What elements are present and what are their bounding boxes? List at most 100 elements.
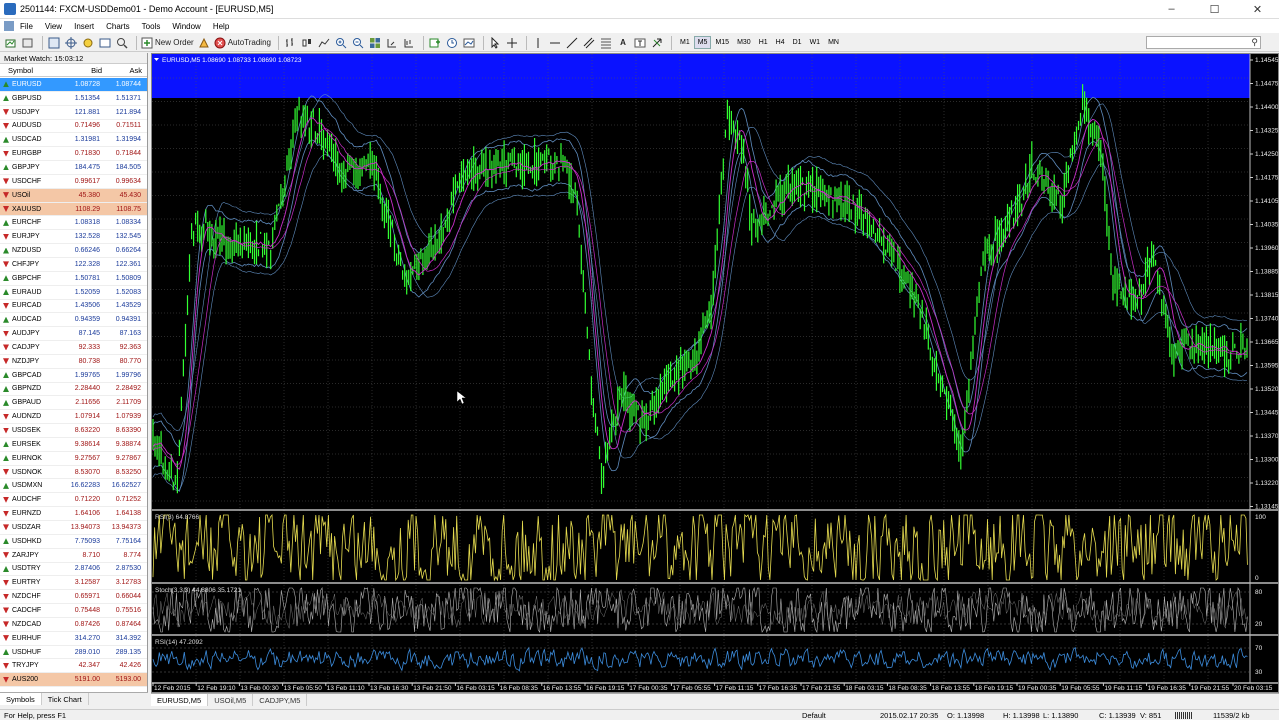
timeframe-m15[interactable]: M15 [711, 36, 733, 49]
line-chart-button[interactable] [317, 36, 331, 50]
price-chart[interactable]: EURUSD,M5 1.08690 1.08733 1.08690 1.0872… [152, 54, 1278, 692]
market-watch-row[interactable]: AUDNZD 1.07914 1.07939 [0, 410, 147, 425]
market-watch-row[interactable]: EURJPY 132.528 132.545 [0, 230, 147, 245]
bid-column-header[interactable]: Bid [60, 66, 102, 75]
market-watch-row[interactable]: EURNZD 1.64106 1.64138 [0, 507, 147, 521]
templates-button[interactable] [462, 36, 476, 50]
market-watch-row[interactable]: NZDCAD 0.87426 0.87464 [0, 618, 147, 632]
market-watch-row[interactable]: EURSEK 9.38614 9.38874 [0, 438, 147, 452]
market-watch-row[interactable]: USOil 45.380 45.430 [0, 188, 147, 203]
market-watch-row[interactable]: ZARJPY 8.710 8.774 [0, 549, 147, 563]
market-watch-row[interactable]: CADCHF 0.75448 0.75516 [0, 604, 147, 618]
market-watch-row[interactable]: USDSEK 8.63220 8.63390 [0, 424, 147, 438]
menu-file[interactable]: File [14, 22, 39, 31]
market-watch-row[interactable]: EURNOK 9.27567 9.27867 [0, 452, 147, 466]
market-watch-row[interactable]: USDHUF 289.010 289.135 [0, 646, 147, 660]
close-button[interactable]: ✕ [1236, 0, 1279, 18]
tab-symbols[interactable]: Symbols [0, 693, 42, 705]
market-watch-row[interactable]: AUDCAD 0.94359 0.94391 [0, 313, 147, 328]
market-watch-row[interactable]: GBPJPY 184.475 184.505 [0, 161, 147, 175]
chart-tab-eurusd[interactable]: EURUSD,M5 [151, 694, 209, 706]
text-button[interactable]: A [616, 36, 630, 50]
market-watch-row[interactable]: EURCAD 1.43506 1.43529 [0, 300, 147, 314]
market-watch-row[interactable]: EURTRY 3.12587 3.12783 [0, 576, 147, 591]
market-watch-row[interactable]: USDTRY 2.87406 2.87530 [0, 563, 147, 577]
strategy-tester-button[interactable] [115, 36, 129, 50]
market-watch-row[interactable]: EURUSD 1.08728 1.08744 [0, 78, 147, 92]
indicators-button[interactable] [428, 36, 442, 50]
autoscroll-button[interactable] [385, 36, 399, 50]
vertical-line-button[interactable] [531, 36, 545, 50]
market-watch-row[interactable]: NZDUSD 0.66246 0.66264 [0, 244, 147, 258]
menu-window[interactable]: Window [166, 22, 206, 31]
timeframe-mn[interactable]: MN [824, 36, 843, 49]
menu-charts[interactable]: Charts [100, 22, 136, 31]
data-window-button[interactable] [64, 36, 78, 50]
profiles-button[interactable] [21, 36, 35, 50]
market-watch-row[interactable]: USDHKD 7.75093 7.75164 [0, 535, 147, 549]
market-watch-row[interactable]: NZDCHF 0.65971 0.66044 [0, 590, 147, 605]
market-watch-row[interactable]: USDMXN 16.62283 16.62527 [0, 479, 147, 494]
market-watch-row[interactable]: AUDCHF 0.71220 0.71252 [0, 493, 147, 508]
market-watch-row[interactable]: XAUUSD 1108.29 1108.75 [0, 202, 147, 217]
ask-column-header[interactable]: Ask [102, 66, 142, 75]
menu-tools[interactable]: Tools [136, 22, 167, 31]
fibonacci-button[interactable] [599, 36, 613, 50]
bar-chart-button[interactable] [283, 36, 297, 50]
chart-window-icon[interactable] [4, 21, 14, 31]
chart-shift-button[interactable] [402, 36, 416, 50]
chart-window[interactable]: EURUSD,M5 1.08690 1.08733 1.08690 1.0872… [151, 53, 1279, 693]
timeframe-w1[interactable]: W1 [806, 36, 825, 49]
market-watch-row[interactable]: USDNOK 8.53070 8.53250 [0, 466, 147, 480]
timeframe-h1[interactable]: H1 [755, 36, 772, 49]
periods-button[interactable] [445, 36, 459, 50]
tab-tick-chart[interactable]: Tick Chart [42, 693, 89, 705]
candlestick-button[interactable] [300, 36, 314, 50]
chart-tab-usoil[interactable]: USOil,M5 [208, 694, 254, 706]
market-watch-row[interactable]: EURHUF 314.270 314.392 [0, 632, 147, 646]
search-input[interactable]: ⚲ [1146, 36, 1261, 49]
timeframe-m5[interactable]: M5 [693, 36, 712, 49]
timeframe-d1[interactable]: D1 [789, 36, 806, 49]
meta-editor-button[interactable] [197, 36, 211, 50]
new-chart-button[interactable] [4, 36, 18, 50]
menu-insert[interactable]: Insert [68, 22, 100, 31]
timeframe-h4[interactable]: H4 [772, 36, 789, 49]
zoom-out-button[interactable] [351, 36, 365, 50]
market-watch-row[interactable]: EURAUD 1.52059 1.52083 [0, 286, 147, 300]
market-watch-row[interactable]: AUDJPY 87.145 87.163 [0, 327, 147, 342]
market-watch-row[interactable]: CHFJPY 122.328 122.361 [0, 258, 147, 272]
market-watch-row[interactable]: USDCHF 0.99617 0.99634 [0, 175, 147, 189]
market-watch-row[interactable]: GBPNZD 2.28440 2.28492 [0, 383, 147, 397]
market-watch-row[interactable]: USDJPY 121.881 121.894 [0, 106, 147, 120]
search-icon[interactable]: ⚲ [1251, 37, 1258, 48]
market-watch-row[interactable]: NZDJPY 80.738 80.770 [0, 355, 147, 369]
tile-windows-button[interactable] [368, 36, 382, 50]
market-watch-row[interactable]: USDZAR 13.94073 13.94373 [0, 521, 147, 535]
market-watch-row[interactable]: GBPUSD 1.51354 1.51371 [0, 92, 147, 106]
text-label-button[interactable] [633, 36, 647, 50]
minimize-button[interactable]: – [1150, 0, 1193, 18]
timeframe-m30[interactable]: M30 [733, 36, 755, 49]
trendline-button[interactable] [565, 36, 579, 50]
market-watch-row[interactable]: AUS200 5191.00 5193.00 [0, 673, 147, 688]
zoom-in-button[interactable] [334, 36, 348, 50]
symbol-column-header[interactable]: Symbol [0, 66, 60, 75]
chart-tab-cadjpy[interactable]: CADJPY,M5 [253, 694, 308, 706]
arrows-button[interactable] [650, 36, 664, 50]
menu-view[interactable]: View [39, 22, 68, 31]
new-order-button[interactable]: New Order [141, 36, 194, 50]
market-watch-row[interactable]: USDCAD 1.31981 1.31994 [0, 133, 147, 148]
market-watch-button[interactable] [47, 36, 61, 50]
timeframe-m1[interactable]: M1 [676, 36, 694, 49]
cursor-button[interactable] [488, 36, 502, 50]
crosshair-button[interactable] [505, 36, 519, 50]
menu-help[interactable]: Help [207, 22, 235, 31]
market-watch-row[interactable]: GBPAUD 2.11656 2.11709 [0, 396, 147, 411]
market-watch-row[interactable]: EURGBP 0.71830 0.71844 [0, 147, 147, 162]
horizontal-line-button[interactable] [548, 36, 562, 50]
terminal-button[interactable] [98, 36, 112, 50]
maximize-button[interactable]: ☐ [1193, 0, 1236, 18]
market-watch-row[interactable]: AUDUSD 0.71496 0.71511 [0, 120, 147, 134]
market-watch-row[interactable]: TRYJPY 42.347 42.426 [0, 659, 147, 674]
